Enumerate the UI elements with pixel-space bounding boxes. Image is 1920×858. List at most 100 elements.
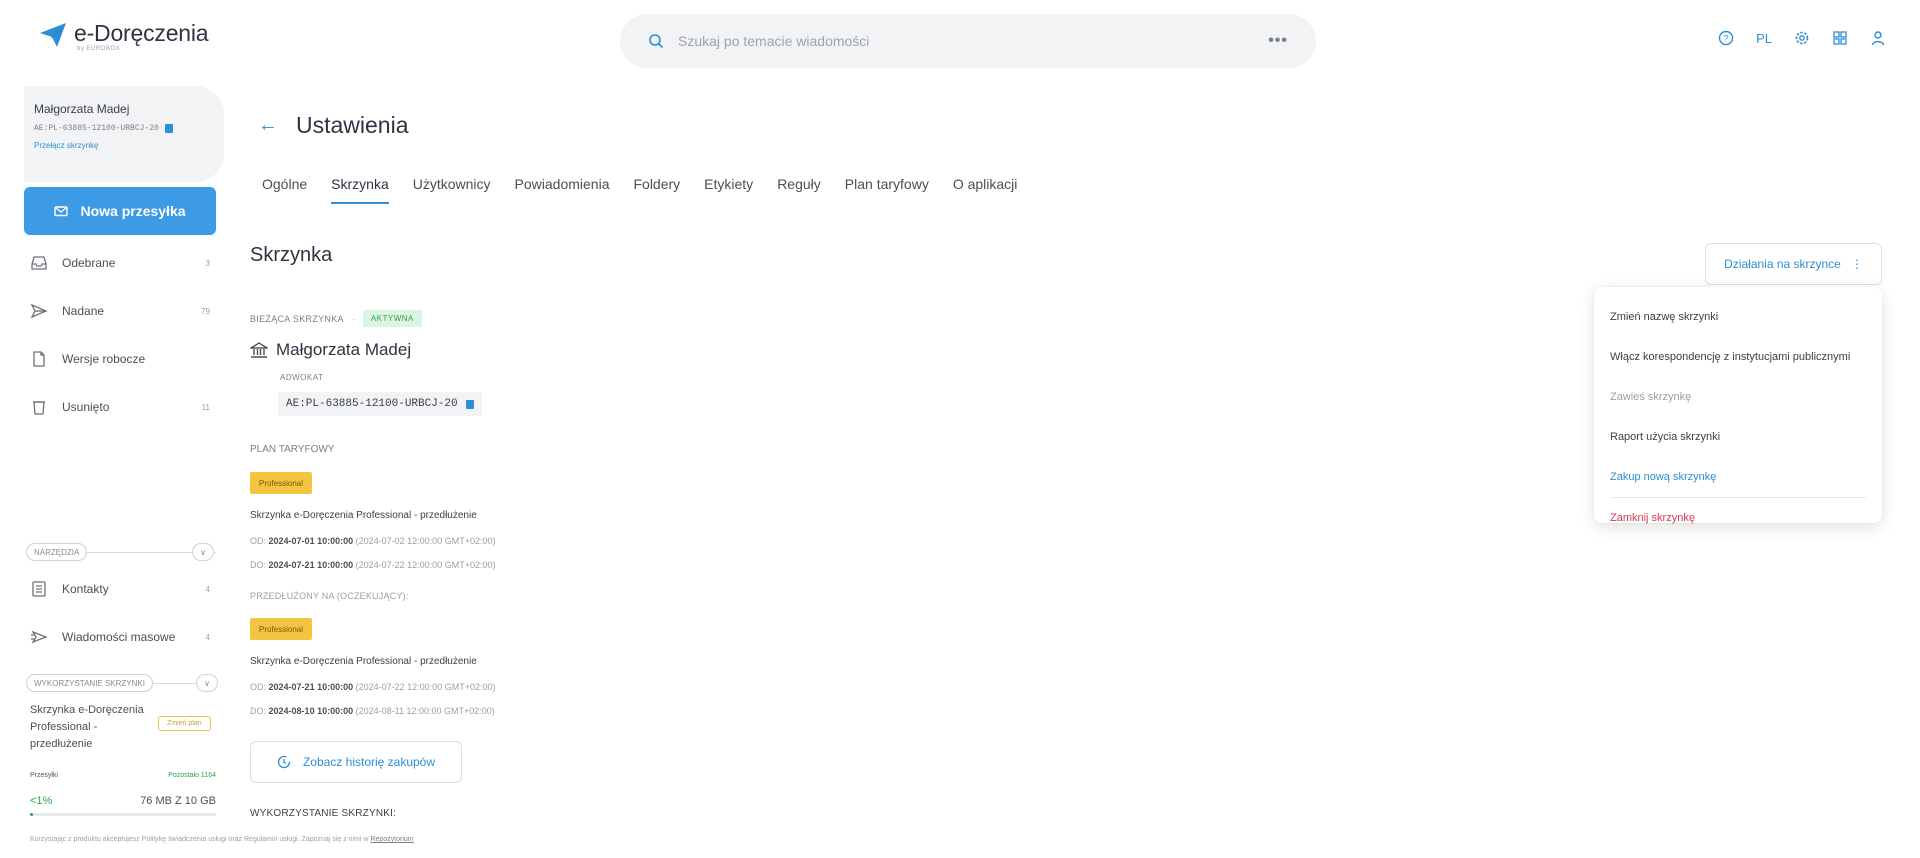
menu-enable-public-correspondence[interactable]: Włącz korespondencję z instytucjami publ… — [1594, 337, 1882, 377]
kebab-icon: ⋮ — [1850, 257, 1863, 271]
current-user-card[interactable]: Małgorzata Madej AE:PL-63885-12100-URBCJ… — [24, 86, 224, 182]
menu-close-box[interactable]: Zamknij skrzynkę — [1594, 498, 1882, 538]
item-count: 79 — [201, 306, 210, 316]
tab-users[interactable]: Użytkownicy — [413, 176, 491, 204]
tab-general[interactable]: Ogólne — [262, 176, 307, 204]
extension-from: OD: 2024-07-21 10:00:00 (2024-07-22 12:0… — [250, 682, 495, 692]
trash-icon — [33, 401, 45, 415]
repository-link[interactable]: Repozytorium — [370, 836, 413, 843]
tab-rules[interactable]: Reguły — [777, 176, 821, 204]
sidebar-item-sent[interactable]: Nadane 79 — [30, 297, 210, 325]
plan-label: PLAN TARYFOWY — [250, 444, 335, 455]
mass-send-icon — [31, 630, 48, 644]
send-icon — [30, 303, 48, 319]
current-box-label: BIEŻĄCA SKRZYNKA — [250, 313, 344, 324]
user-name: Małgorzata Madej — [34, 102, 130, 116]
menu-rename-box[interactable]: Zmień nazwę skrzynki — [1594, 297, 1882, 337]
menu-usage-report[interactable]: Raport użycia skrzynki — [1594, 417, 1882, 457]
owner-name: Małgorzata Madej — [276, 340, 412, 359]
user-account-icon[interactable] — [1870, 30, 1886, 46]
extended-label: PRZEDŁUŻONY NA (OCZEKUJĄCY): — [250, 591, 409, 601]
sidebar-item-label: Nadane — [62, 304, 105, 318]
to-date: 2024-08-10 10:00:00 — [268, 706, 354, 716]
sidebar-item-drafts[interactable]: Wersje robocze — [30, 345, 210, 373]
collapse-tools-icon[interactable]: ∨ — [192, 543, 214, 561]
to-prefix: DO: — [250, 706, 267, 716]
plan-to: DO: 2024-07-21 10:00:00 (2024-07-22 12:0… — [250, 560, 495, 570]
item-count: 11 — [201, 402, 210, 412]
copy-icon[interactable] — [164, 124, 173, 133]
from-date: 2024-07-21 10:00:00 — [268, 682, 354, 692]
more-options-icon[interactable]: ••• — [1268, 32, 1288, 50]
new-shipment-button[interactable]: Nowa przesyłka — [24, 187, 216, 235]
sidebar-item-label: Usunięto — [62, 400, 110, 414]
back-arrow-icon[interactable]: ← — [258, 114, 278, 137]
status-badge: AKTYWNA — [362, 310, 422, 327]
shipments-label: Przesyłki — [30, 772, 59, 779]
box-actions-button[interactable]: Działania na skrzynce ⋮ — [1705, 243, 1882, 285]
menu-buy-new-box[interactable]: Zakup nową skrzynkę — [1594, 457, 1882, 497]
sidebar-item-label: Wersje robocze — [62, 352, 146, 366]
search-bar[interactable]: ••• — [620, 14, 1316, 68]
sidebar-item-label: Kontakty — [62, 582, 109, 596]
settings-tabs: Ogólne Skrzynka Użytkownicy Powiadomieni… — [262, 176, 1017, 204]
help-icon[interactable]: ? — [1718, 30, 1734, 46]
apps-grid-icon[interactable] — [1832, 30, 1848, 46]
tab-mailbox[interactable]: Skrzynka — [331, 176, 389, 204]
shipments-row: Przesyłki Pozostało 1164 — [30, 772, 216, 779]
storage-size: 76 MB Z 10 GB — [140, 795, 216, 807]
extension-name: Skrzynka e-Doręczenia Professional - prz… — [250, 656, 477, 667]
current-box-row: BIEŻĄCA SKRZYNKA · AKTYWNA — [250, 310, 422, 327]
tools-section-label: NARZĘDZIA — [26, 543, 88, 561]
search-input[interactable] — [678, 33, 1269, 49]
box-actions-label: Działania na skrzynce — [1724, 257, 1841, 271]
collapse-usage-icon[interactable]: ∨ — [196, 674, 218, 692]
new-shipment-label: Nowa przesyłka — [80, 203, 186, 219]
extension-badge: Professional — [250, 618, 313, 640]
separator-dot: · — [351, 313, 355, 324]
extension-to: DO: 2024-08-10 10:00:00 (2024-08-11 12:0… — [250, 706, 495, 716]
tab-about[interactable]: O aplikacji — [953, 176, 1018, 204]
storage-percent: <1% — [30, 795, 53, 807]
language-switch[interactable]: PL — [1756, 31, 1772, 46]
copy-icon[interactable] — [465, 399, 474, 409]
page-title: Ustawienia — [296, 112, 409, 138]
sidebar-item-contacts[interactable]: Kontakty 4 — [30, 575, 210, 603]
menu-suspend-box[interactable]: Zawieś skrzynkę — [1594, 377, 1882, 417]
settings-icon[interactable] — [1794, 30, 1810, 46]
user-box-id-text: AE:PL-63885-12100-URBCJ-20 — [34, 124, 159, 133]
institution-icon — [250, 342, 268, 358]
sidebar-item-received[interactable]: Odebrane 3 — [30, 249, 210, 277]
purchase-history-button[interactable]: Zobacz historię zakupów — [250, 741, 462, 783]
tab-labels[interactable]: Etykiety — [704, 176, 753, 204]
sidebar-item-label: Wiadomości masowe — [62, 630, 176, 644]
box-address-text: AE:PL-63885-12100-URBCJ-20 — [286, 398, 458, 410]
plan-badge: Professional — [250, 472, 313, 494]
tab-pricing-plan[interactable]: Plan taryfowy — [845, 176, 929, 204]
app-sub: by EUROBOX — [77, 46, 121, 52]
item-count: 4 — [205, 584, 210, 594]
sidebar-item-mass-messages[interactable]: Wiadomości masowe 4 — [30, 623, 210, 651]
footer-note: Korzystając z produktu akceptujesz Polit… — [30, 836, 414, 843]
shipments-left: Pozostało 1164 — [168, 772, 216, 779]
to-tz: (2024-08-11 12:00:00 GMT+02:00) — [355, 706, 495, 716]
from-prefix: OD: — [250, 682, 267, 692]
page-header: ← Ustawienia — [258, 112, 409, 139]
box-owner: Małgorzata Madej — [250, 340, 411, 360]
svg-text:?: ? — [1724, 34, 1729, 44]
switch-box-link[interactable]: Przełącz skrzynkę — [34, 141, 216, 150]
app-logo[interactable]: e-Doręczenia by EUROBOX — [38, 20, 209, 52]
inbox-icon — [31, 256, 47, 270]
to-prefix: DO: — [250, 560, 267, 570]
tab-folders[interactable]: Foldery — [633, 176, 680, 204]
item-count: 3 — [205, 258, 210, 268]
from-date: 2024-07-01 10:00:00 — [268, 536, 354, 546]
document-icon — [33, 351, 45, 367]
sidebar-plan-name: Skrzynka e-Doręczenia Professional - prz… — [30, 704, 144, 750]
tab-notifications[interactable]: Powiadomienia — [515, 176, 610, 204]
search-icon — [649, 34, 664, 49]
contacts-book-icon — [32, 581, 46, 597]
sidebar-item-deleted[interactable]: Usunięto 11 — [30, 393, 210, 421]
change-plan-button[interactable]: Zmień plan — [158, 716, 211, 731]
plan-from: OD: 2024-07-01 10:00:00 (2024-07-02 12:0… — [250, 536, 495, 546]
